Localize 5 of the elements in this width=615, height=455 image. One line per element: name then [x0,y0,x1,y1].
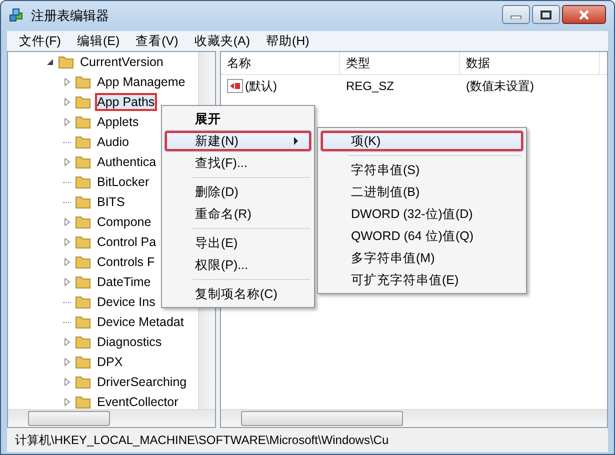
table-cell: (默认) [245,78,277,94]
status-path: 计算机\HKEY_LOCAL_MACHINE\SOFTWARE\Microsoft\Windows\Cu [15,432,389,448]
window-title: 注册表编辑器 [31,7,109,25]
table-cell-text: (数值未设置) [465,78,535,94]
table-cell-text: REG_SZ [345,79,396,93]
